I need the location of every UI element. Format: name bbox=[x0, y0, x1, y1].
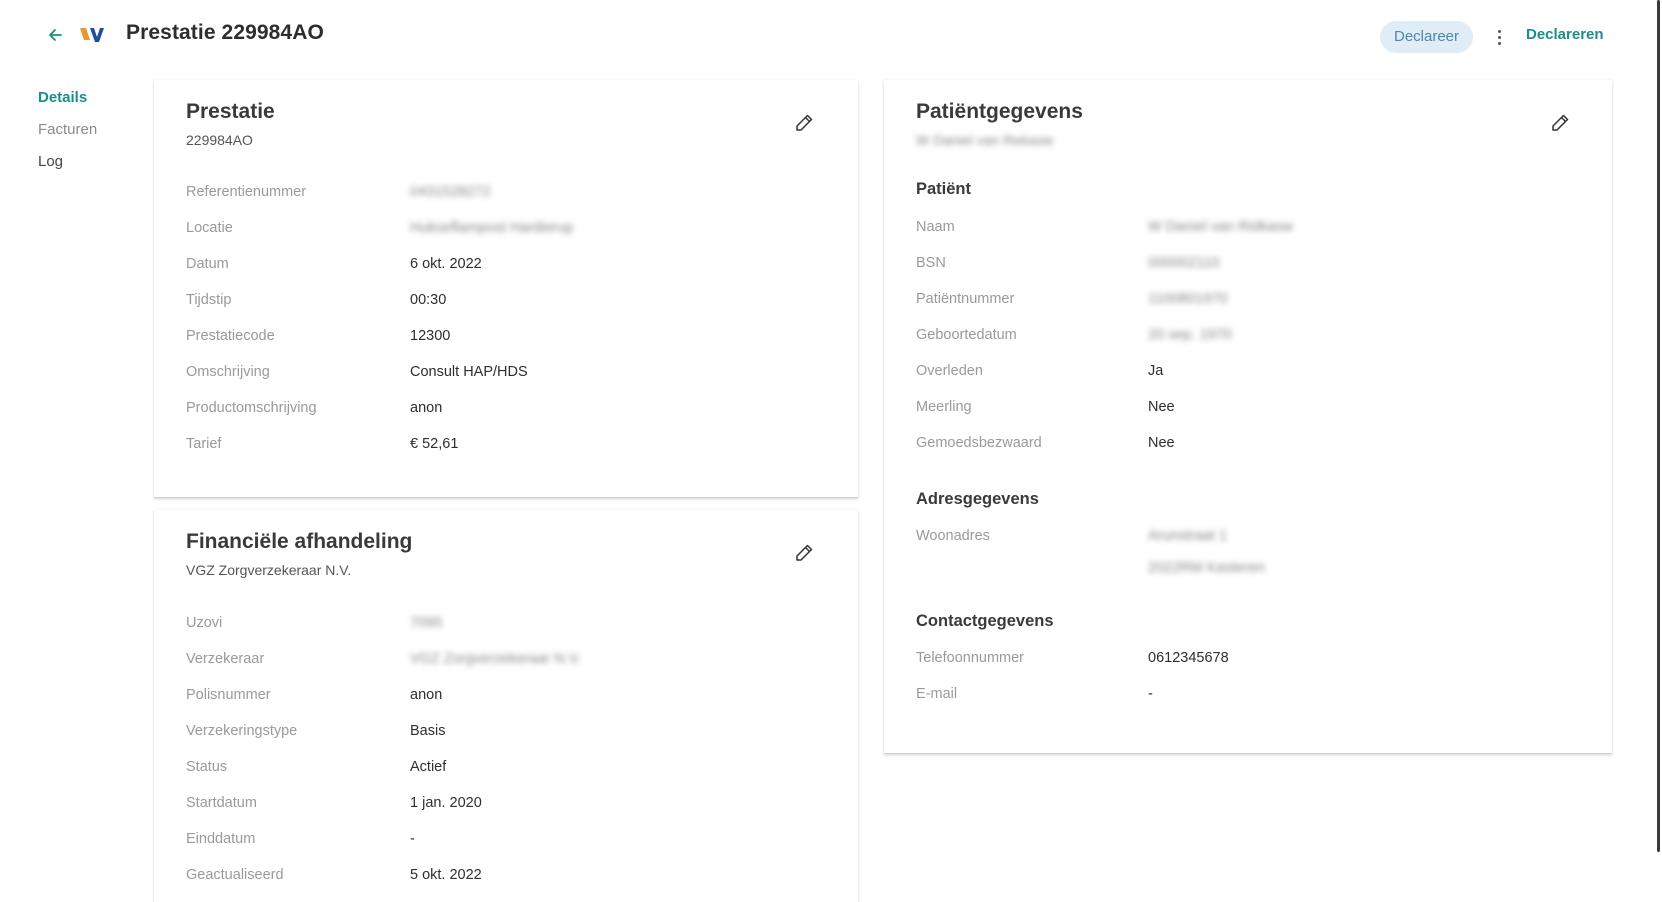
field-label: Startdatum bbox=[186, 795, 257, 811]
field-value: 000002110 bbox=[1148, 255, 1220, 271]
back-arrow-icon[interactable] bbox=[44, 24, 66, 46]
nav-item-log[interactable]: Log bbox=[38, 152, 97, 184]
scrollbar[interactable] bbox=[1657, 0, 1660, 852]
field-value: Arunstraat 1 bbox=[1148, 528, 1227, 544]
patient-card-title: Patiëntgegevens bbox=[916, 100, 1083, 123]
field-label: Meerling bbox=[916, 399, 972, 415]
patient-card-subtitle: W Daniel van Rekasie bbox=[916, 132, 1054, 148]
field-value: 0612345678 bbox=[1148, 650, 1229, 666]
field-label: Datum bbox=[186, 256, 229, 272]
field-label: Prestatiecode bbox=[186, 328, 275, 344]
field-value: Nee bbox=[1148, 399, 1175, 415]
field-label: Gemoedsbezwaard bbox=[916, 435, 1042, 451]
nav-item-facturen[interactable]: Facturen bbox=[38, 120, 97, 152]
field-value: 2022RM Kasteren bbox=[1148, 560, 1265, 576]
field-value: 20 sep. 1970 bbox=[1148, 327, 1232, 343]
field-value: 00:30 bbox=[410, 292, 447, 308]
field-label: Patiëntnummer bbox=[916, 291, 1015, 307]
field-label: Uzovi bbox=[186, 615, 223, 631]
field-label: Verzekeraar bbox=[186, 651, 265, 667]
field-label: Locatie bbox=[186, 220, 233, 236]
status-badge: Declareer bbox=[1380, 21, 1474, 53]
field-value: Consult HAP/HDS bbox=[410, 364, 528, 380]
field-label: Telefoonnummer bbox=[916, 650, 1024, 666]
field-value: VGZ Zorgverzekeraar N.V. bbox=[410, 651, 582, 667]
field-label: E-mail bbox=[916, 686, 958, 702]
field-label: Einddatum bbox=[186, 831, 256, 847]
field-label: Referentienummer bbox=[186, 184, 307, 200]
page-title: Prestatie 229984AO bbox=[126, 21, 324, 44]
field-value: 7095 bbox=[410, 615, 443, 631]
edit-pencil-icon[interactable] bbox=[1547, 110, 1573, 136]
field-label: Woonadres bbox=[916, 528, 990, 544]
field-value: - bbox=[410, 831, 415, 847]
field-label: Tarief bbox=[186, 436, 222, 452]
field-value: 6 okt. 2022 bbox=[410, 256, 482, 272]
field-label: Verzekeringstype bbox=[186, 723, 298, 739]
field-label: Tijdstip bbox=[186, 292, 232, 308]
prestatie-card-title: Prestatie bbox=[186, 100, 275, 123]
field-value: 5 okt. 2022 bbox=[410, 867, 482, 883]
field-value: 12300 bbox=[410, 328, 451, 344]
vgz-logo-icon bbox=[80, 26, 106, 44]
patientgegevens-card: Patiëntgegevens W Daniel van Rekasie Pat… bbox=[884, 80, 1612, 754]
financieel-card-title: Financiële afhandeling bbox=[186, 530, 413, 553]
field-label: Naam bbox=[916, 219, 955, 235]
section-heading-patient: Patiënt bbox=[916, 180, 972, 198]
field-value: anon bbox=[410, 400, 443, 416]
field-label: Overleden bbox=[916, 363, 983, 379]
field-label: Geboortedatum bbox=[916, 327, 1017, 343]
nav-item-details[interactable]: Details bbox=[38, 88, 97, 120]
edit-pencil-icon[interactable] bbox=[791, 540, 817, 566]
section-heading-contactgegevens: Contactgegevens bbox=[916, 612, 1054, 630]
field-label: Status bbox=[186, 759, 228, 775]
app-header: Prestatie 229984AO Declareer Declareren bbox=[0, 0, 1662, 72]
more-options-icon[interactable] bbox=[1490, 24, 1508, 50]
field-value: 1100801970 bbox=[1148, 291, 1228, 307]
field-value: - bbox=[1148, 686, 1153, 702]
field-value: Ja bbox=[1148, 363, 1164, 379]
financiele-afhandeling-card: Financiële afhandeling VGZ Zorgverzekera… bbox=[154, 510, 858, 902]
field-label: Polisnummer bbox=[186, 687, 271, 703]
financieel-card-subtitle: VGZ Zorgverzekeraar N.V. bbox=[186, 562, 352, 578]
prestatie-card-subtitle: 229984AO bbox=[186, 132, 253, 148]
field-label: BSN bbox=[916, 255, 946, 271]
field-label: Geactualiseerd bbox=[186, 867, 284, 883]
field-value: W Daniel van Ridkasw bbox=[1148, 219, 1294, 235]
declareren-button[interactable]: Declareren bbox=[1526, 26, 1604, 43]
side-navigation: Details Facturen Log bbox=[38, 88, 97, 184]
field-value: anon bbox=[410, 687, 443, 703]
field-value: 1 jan. 2020 bbox=[410, 795, 482, 811]
prestatie-card: Prestatie 229984AO Referentienummer 04315… bbox=[154, 80, 858, 498]
field-value: 0431528272 bbox=[410, 184, 491, 200]
field-label: Productomschrijving bbox=[186, 400, 317, 416]
field-value: € 52,61 bbox=[410, 436, 459, 452]
field-value: Nee bbox=[1148, 435, 1175, 451]
field-label: Omschrijving bbox=[186, 364, 270, 380]
field-value: Basis bbox=[410, 723, 446, 739]
section-heading-adresgegevens: Adresgegevens bbox=[916, 490, 1039, 508]
field-value: Hukseflampost Hardierup bbox=[410, 220, 574, 236]
field-value: Actief bbox=[410, 759, 447, 775]
edit-pencil-icon[interactable] bbox=[791, 110, 817, 136]
